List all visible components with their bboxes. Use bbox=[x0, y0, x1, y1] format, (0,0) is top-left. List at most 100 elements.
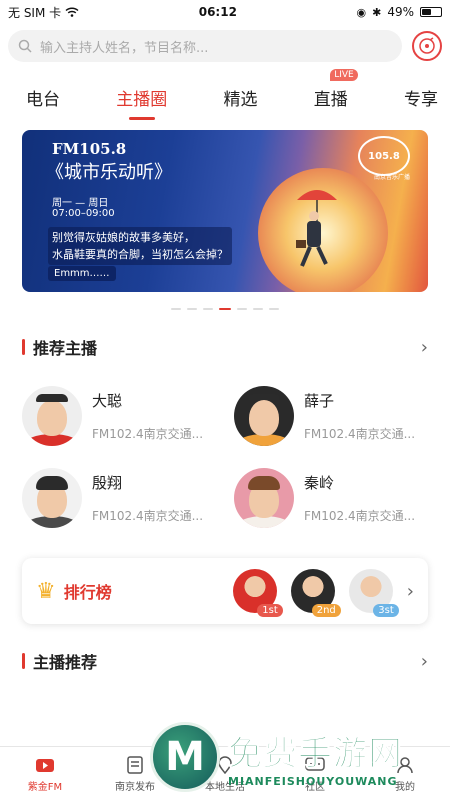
vinyl-icon bbox=[419, 37, 435, 54]
top-tabs: 电台 主播圈 精选 直播 LIVE 专享 bbox=[0, 68, 450, 120]
recommended-hosts-title: 推荐主播 bbox=[33, 339, 98, 358]
carousel-dot[interactable] bbox=[237, 308, 247, 310]
search-row: 输入主持人姓名，节目名称... bbox=[0, 24, 450, 68]
carousel-dot[interactable] bbox=[269, 308, 279, 310]
tab-host-circle[interactable]: 主播圈 bbox=[116, 85, 167, 110]
ranking-left: ♛ 排行榜 bbox=[36, 579, 112, 604]
rank-avatar-2: 2nd bbox=[290, 569, 341, 617]
tab-label: 电台 bbox=[26, 90, 60, 110]
tab-featured[interactable]: 精选 bbox=[224, 85, 258, 110]
tab-radio[interactable]: 电台 bbox=[26, 85, 60, 110]
recommended-hosts-header[interactable]: 推荐主播 › bbox=[0, 326, 450, 368]
host-info: 大聪 FM102.4南京交通... bbox=[92, 390, 203, 442]
bottom-nav: 紫金FM 南京发布 本地生活 社区 我的 bbox=[0, 746, 450, 800]
carousel-dot[interactable] bbox=[253, 308, 263, 310]
tv-icon bbox=[34, 755, 56, 775]
section-accent-bar bbox=[22, 339, 25, 355]
host-station: FM102.4南京交通... bbox=[304, 509, 416, 523]
section-accent-bar bbox=[22, 653, 25, 669]
rank-avatar-3: 3st bbox=[348, 569, 399, 617]
status-bar: 无 SIM 卡 06:12 ◉ ✱ 49% bbox=[0, 0, 450, 24]
rank-badge: 3st bbox=[373, 604, 399, 617]
avatar bbox=[234, 468, 294, 528]
battery-percent: 49% bbox=[387, 5, 414, 19]
rank-badge: 2nd bbox=[311, 604, 341, 617]
crown-icon: ♛ bbox=[36, 578, 56, 604]
nav-label: 本地生活 bbox=[205, 781, 245, 793]
host-name: 薛子 bbox=[304, 392, 335, 410]
host-card[interactable]: 大聪 FM102.4南京交通... bbox=[22, 386, 216, 446]
chevron-right-icon[interactable]: › bbox=[421, 651, 428, 672]
host-recommend-header[interactable]: 主播推荐 › bbox=[0, 640, 450, 682]
nav-label: 我的 bbox=[395, 781, 415, 793]
nav-label: 南京发布 bbox=[115, 781, 155, 793]
chat-icon bbox=[304, 755, 326, 775]
carousel-dots bbox=[0, 292, 450, 326]
nav-zijin-fm[interactable]: 紫金FM bbox=[10, 755, 80, 793]
tab-live[interactable]: 直播 LIVE bbox=[313, 69, 358, 110]
host-recommend-title: 主播推荐 bbox=[33, 653, 98, 672]
section-title: 推荐主播 bbox=[22, 335, 97, 359]
host-card[interactable]: 殷翔 FM102.4南京交通... bbox=[22, 468, 216, 528]
tab-exclusive[interactable]: 专享 bbox=[404, 85, 438, 110]
avatar bbox=[22, 386, 82, 446]
banner-quote-line1: 别觉得灰姑娘的故事多美好， bbox=[52, 231, 195, 244]
host-station: FM102.4南京交通... bbox=[304, 427, 416, 441]
banner-quote-line2: 水晶鞋要真的合脚，当初怎么会掉？ bbox=[52, 248, 228, 261]
umbrella-man-illustration bbox=[296, 190, 337, 267]
wifi-icon bbox=[65, 7, 79, 17]
carousel-dot[interactable] bbox=[203, 308, 213, 310]
station-logo-text: 105.8 bbox=[368, 150, 400, 162]
host-card[interactable]: 秦岭 FM102.4南京交通... bbox=[234, 468, 428, 528]
record-disc-button[interactable] bbox=[412, 31, 442, 61]
news-icon bbox=[124, 755, 146, 775]
tab-label: 专享 bbox=[404, 90, 438, 110]
tab-label: 主播圈 bbox=[116, 90, 168, 110]
carousel-dot[interactable] bbox=[171, 308, 181, 310]
avatar bbox=[234, 386, 294, 446]
search-input[interactable]: 输入主持人姓名，节目名称... bbox=[8, 30, 402, 62]
host-card[interactable]: 薛子 FM102.4南京交通... bbox=[234, 386, 428, 446]
search-placeholder: 输入主持人姓名，节目名称... bbox=[40, 40, 209, 56]
location-icon bbox=[214, 755, 236, 775]
tab-label: 直播 bbox=[313, 90, 348, 110]
host-info: 殷翔 FM102.4南京交通... bbox=[92, 472, 203, 524]
chevron-right-icon[interactable]: › bbox=[421, 337, 428, 358]
banner-program: 《城市乐动听》 bbox=[46, 162, 172, 183]
status-right: ◉ ✱ 49% bbox=[357, 5, 442, 19]
battery-icon bbox=[420, 7, 442, 17]
search-icon bbox=[18, 39, 32, 53]
station-logo: 105.8 bbox=[358, 136, 410, 176]
nav-community[interactable]: 社区 bbox=[280, 755, 350, 793]
rank-avatar-1: 1st bbox=[232, 569, 283, 617]
live-badge: LIVE bbox=[330, 69, 358, 81]
host-station: FM102.4南京交通... bbox=[92, 509, 204, 523]
tab-label: 精选 bbox=[223, 90, 258, 110]
banner-quote: 别觉得灰姑娘的故事多美好， 水晶鞋要真的合脚，当初怎么会掉？ bbox=[48, 227, 232, 265]
section-title: 主播推荐 bbox=[22, 649, 97, 673]
banner-schedule-time: 07:00–09:00 bbox=[52, 208, 115, 219]
status-left: 无 SIM 卡 bbox=[8, 4, 79, 21]
nav-label: 紫金FM bbox=[27, 781, 63, 793]
host-name: 殷翔 bbox=[92, 474, 123, 492]
nav-local-life[interactable]: 本地生活 bbox=[190, 755, 260, 793]
nav-mine[interactable]: 我的 bbox=[370, 755, 440, 793]
station-logo-caption: 南京音乐广播 bbox=[373, 174, 410, 181]
carousel-dot[interactable] bbox=[187, 308, 197, 310]
promo-banner[interactable]: 105.8 南京音乐广播 FM105.8 《城市乐动听》 周一 — 周日 07:… bbox=[22, 130, 428, 292]
ranking-avatars: 1st 2nd 3st › bbox=[232, 569, 414, 617]
host-info: 薛子 FM102.4南京交通... bbox=[304, 390, 415, 442]
banner-frequency: FM105.8 bbox=[52, 140, 127, 158]
user-icon bbox=[394, 755, 416, 775]
carousel-dot[interactable] bbox=[219, 308, 231, 310]
chevron-right-icon[interactable]: › bbox=[407, 581, 414, 602]
carrier-label: 无 SIM 卡 bbox=[8, 5, 62, 20]
ranking-title: 排行榜 bbox=[63, 583, 112, 602]
host-grid: 大聪 FM102.4南京交通... 薛子 FM102.4南京交通... 殷翔 F… bbox=[0, 368, 450, 528]
nav-nanjing-release[interactable]: 南京发布 bbox=[100, 755, 170, 793]
bluetooth-icon: ✱ bbox=[372, 5, 382, 19]
ranking-card[interactable]: ♛ 排行榜 1st 2nd 3st › bbox=[22, 558, 428, 624]
host-name: 大聪 bbox=[92, 392, 123, 410]
nav-label: 社区 bbox=[305, 781, 325, 793]
host-name: 秦岭 bbox=[304, 474, 335, 492]
